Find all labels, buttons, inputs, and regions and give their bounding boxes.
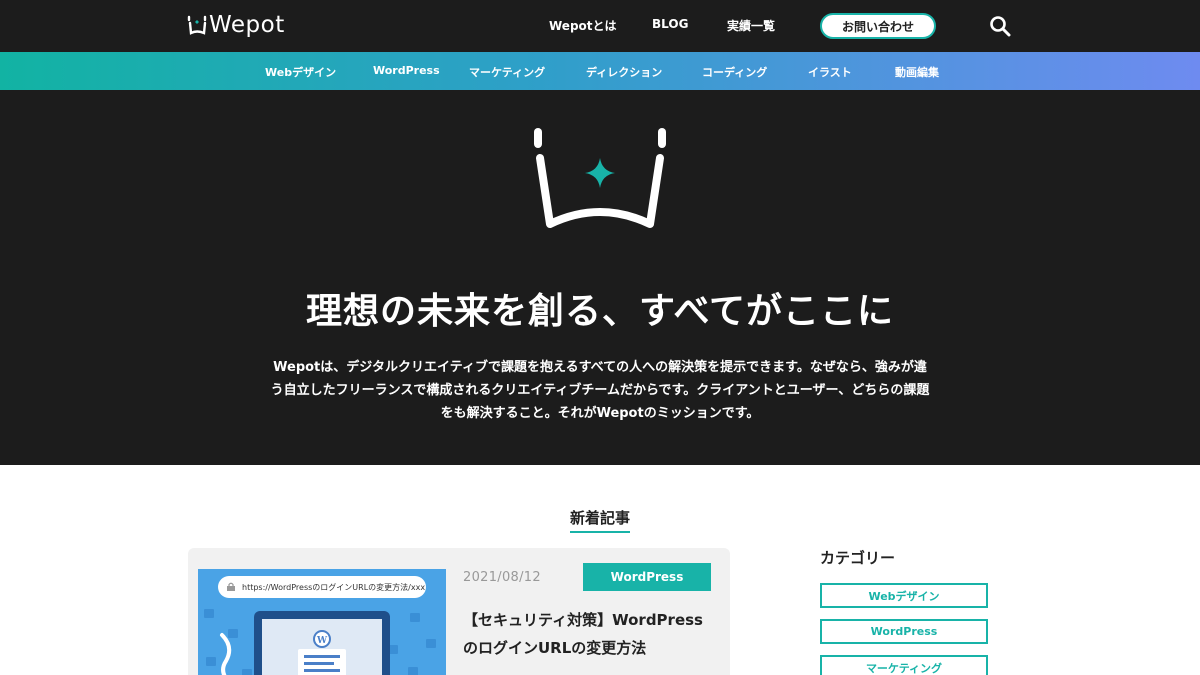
sidebar-category-marketing[interactable]: マーケティング: [820, 655, 988, 675]
sidebar-category-web-design[interactable]: Webデザイン: [820, 583, 988, 608]
category-marketing[interactable]: マーケティング: [469, 64, 545, 80]
sidebar-category-wordpress[interactable]: WordPress: [820, 619, 988, 644]
article-category-badge[interactable]: WordPress: [583, 563, 711, 591]
thumbnail-url-text: https://WordPressのログインURLの変更方法/xxx: [242, 582, 426, 592]
nav-works[interactable]: 実績一覧: [727, 17, 775, 34]
logo-mark-icon: [187, 15, 207, 35]
category-illustration[interactable]: イラスト: [808, 64, 852, 80]
thumbnail-url-bar: https://WordPressのログインURLの変更方法/xxx: [218, 576, 426, 598]
article-date: 2021/08/12: [463, 570, 541, 585]
hero-logo-icon: [534, 128, 666, 228]
latest-heading-label: 新着記事: [569, 507, 630, 533]
hero-title: 理想の未来を創る、すべてがここに: [305, 291, 895, 332]
hero-section: 理想の未来を創る、すべてがここに Wepotは、デジタルクリエイティブで課題を抱…: [0, 90, 1200, 465]
contact-button[interactable]: お問い合わせ: [820, 13, 936, 39]
article-card[interactable]: W https://WordPressのログインURLの変更方法/xxx 202…: [188, 548, 730, 675]
category-nav: Webデザイン WordPress マーケティング ディレクション コーディング…: [0, 52, 1200, 90]
latest-heading: 新着記事: [0, 507, 1200, 533]
search-icon[interactable]: [989, 15, 1011, 37]
nav-about[interactable]: Wepotとは: [549, 17, 617, 34]
logo-text: Wepot: [209, 11, 285, 38]
category-video[interactable]: 動画編集: [895, 64, 939, 80]
category-wordpress[interactable]: WordPress: [373, 64, 440, 77]
lock-icon: [227, 582, 235, 591]
category-coding[interactable]: コーディング: [702, 64, 767, 80]
article-thumbnail[interactable]: W https://WordPressのログインURLの変更方法/xxx: [198, 569, 446, 675]
article-title[interactable]: 【セキュリティ対策】WordPressのログインURLの変更方法: [463, 606, 713, 662]
hero-description: Wepotは、デジタルクリエイティブで課題を抱えるすべての人への解決策を提示でき…: [270, 360, 930, 421]
sidebar-title: カテゴリー: [820, 549, 896, 567]
site-logo[interactable]: Wepot: [186, 9, 285, 41]
nav-blog[interactable]: BLOG: [652, 17, 688, 31]
category-web-design[interactable]: Webデザイン: [265, 64, 336, 80]
svg-text:W: W: [316, 636, 328, 646]
category-direction[interactable]: ディレクション: [586, 64, 662, 80]
site-header: Wepot Wepotとは BLOG 実績一覧 お問い合わせ: [0, 0, 1200, 52]
